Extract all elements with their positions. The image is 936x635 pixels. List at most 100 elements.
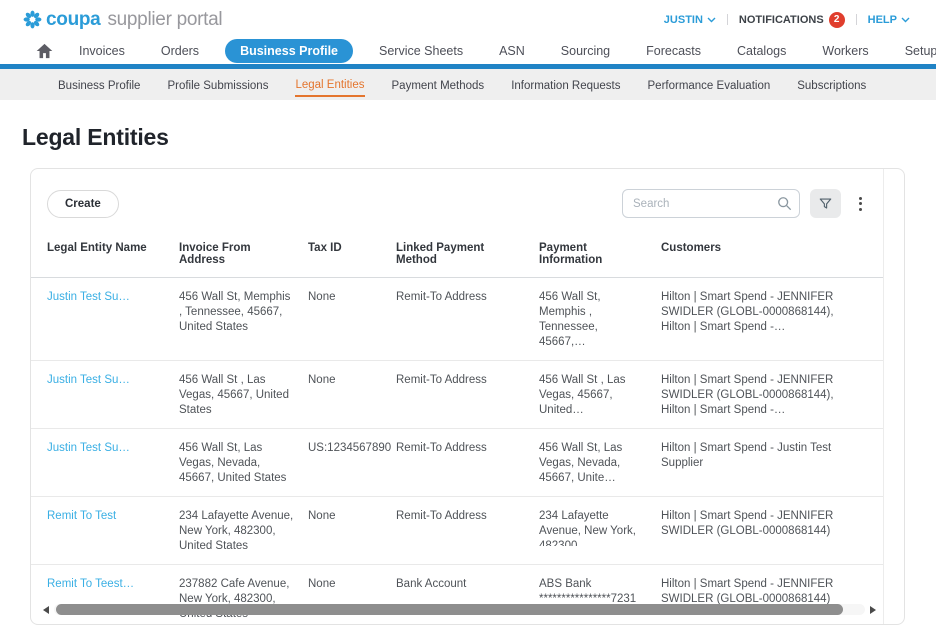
- legal-entity-link[interactable]: Remit To Teest…: [47, 578, 134, 590]
- chevron-down-icon: [707, 17, 716, 23]
- search-field-wrap: [622, 189, 800, 218]
- coupa-logo: coupa supplier portal: [22, 9, 222, 31]
- tax-id-cell: None: [308, 290, 396, 305]
- table-row: Remit To Test 234 Lafayette Avenue, New …: [31, 497, 883, 565]
- tax-id-cell: US:1234567890: [308, 441, 396, 456]
- linked-payment-method-cell: Remit-To Address: [396, 441, 539, 456]
- sub-navigation: Business Profile Profile Submissions Leg…: [0, 69, 936, 100]
- brand-product: supplier portal: [107, 9, 222, 31]
- user-menu[interactable]: JUSTIN: [664, 14, 716, 26]
- kebab-dot: [859, 208, 862, 211]
- help-menu[interactable]: HELP: [868, 14, 910, 26]
- home-icon: [36, 43, 53, 59]
- table-header-row: Legal Entity Name Invoice From Address T…: [31, 242, 883, 278]
- top-header: coupa supplier portal JUSTIN NOTIFICATIO…: [0, 0, 936, 37]
- create-button[interactable]: Create: [47, 190, 119, 218]
- invoice-from-address-cell: 234 Lafayette Avenue, New York, 482300, …: [179, 509, 308, 554]
- customers-cell: Hilton | Smart Spend - JENNIFER SWIDLER …: [661, 290, 874, 335]
- tax-id-cell: None: [308, 577, 396, 592]
- column-header-tax-id: Tax ID: [308, 242, 396, 266]
- toolbar: Create: [31, 169, 883, 218]
- column-header-linked-payment-method: Linked Payment Method: [396, 242, 539, 266]
- nav-item-catalogs[interactable]: Catalogs: [737, 40, 786, 62]
- search-input[interactable]: [622, 189, 800, 218]
- customers-cell: Hilton | Smart Spend - JENNIFER SWIDLER …: [661, 509, 874, 539]
- subnav-performance-evaluation[interactable]: Performance Evaluation: [648, 74, 771, 96]
- notifications-link[interactable]: NOTIFICATIONS 2: [739, 12, 845, 28]
- nav-item-orders[interactable]: Orders: [161, 40, 199, 62]
- tax-id-cell: None: [308, 509, 396, 524]
- tax-id-cell: None: [308, 373, 396, 388]
- column-header-customers: Customers: [661, 242, 874, 266]
- linked-payment-method-cell: Remit-To Address: [396, 373, 539, 388]
- linked-payment-method-cell: Remit-To Address: [396, 509, 539, 524]
- table-row: Justin Test Su… 456 Wall St, Las Vegas, …: [31, 429, 883, 497]
- nav-item-invoices[interactable]: Invoices: [79, 40, 125, 62]
- invoice-from-address-cell: 456 Wall St, Las Vegas, Nevada, 45667, U…: [179, 441, 308, 486]
- scroll-left-button[interactable]: [43, 606, 49, 614]
- legal-entity-link[interactable]: Justin Test Su…: [47, 291, 130, 303]
- divider: [856, 14, 857, 25]
- page-title: Legal Entities: [22, 124, 936, 151]
- subnav-subscriptions[interactable]: Subscriptions: [797, 74, 866, 96]
- subnav-payment-methods[interactable]: Payment Methods: [392, 74, 485, 96]
- nav-item-asn[interactable]: ASN: [499, 40, 525, 62]
- subnav-legal-entities[interactable]: Legal Entities: [295, 73, 364, 97]
- scrollbar-track[interactable]: [54, 604, 865, 615]
- linked-payment-method-cell: Remit-To Address: [396, 290, 539, 305]
- invoice-from-address-cell: 456 Wall St , Las Vegas, 45667, United S…: [179, 373, 308, 418]
- subnav-profile-submissions[interactable]: Profile Submissions: [167, 74, 268, 96]
- notifications-label: NOTIFICATIONS: [739, 14, 824, 26]
- linked-payment-method-cell: Bank Account: [396, 577, 539, 592]
- invoice-from-address-cell: 237882 Cafe Avenue, New York, 482300, Un…: [179, 577, 308, 622]
- nav-item-business-profile[interactable]: Business Profile: [225, 39, 353, 63]
- notifications-badge: 2: [829, 12, 845, 28]
- payment-information-cell: 456 Wall St, Las Vegas, Nevada, 45667, U…: [539, 441, 661, 486]
- subnav-business-profile[interactable]: Business Profile: [58, 74, 140, 96]
- table-row: Justin Test Su… 456 Wall St, Memphis , T…: [31, 278, 883, 361]
- legal-entity-link[interactable]: Justin Test Su…: [47, 374, 130, 386]
- kebab-dot: [859, 202, 862, 205]
- legal-entity-link[interactable]: Remit To Test: [47, 510, 116, 522]
- user-menu-label: JUSTIN: [664, 14, 703, 26]
- coupa-flower-icon: [22, 9, 43, 30]
- nav-item-workers[interactable]: Workers: [822, 40, 868, 62]
- subnav-information-requests[interactable]: Information Requests: [511, 74, 620, 96]
- payment-information-cell: 234 Lafayette Avenue, New York, 482300,……: [539, 509, 661, 546]
- table-viewport: Create: [31, 169, 884, 624]
- table-row: Remit To Teest… 237882 Cafe Avenue, New …: [31, 565, 883, 624]
- legal-entities-table: Legal Entity Name Invoice From Address T…: [31, 242, 883, 624]
- chevron-down-icon: [901, 17, 910, 23]
- payment-information-cell: ABS Bank ****************7231: [539, 577, 661, 607]
- customers-cell: Hilton | Smart Spend - JENNIFER SWIDLER …: [661, 373, 874, 418]
- nav-item-service-sheets[interactable]: Service Sheets: [379, 40, 463, 62]
- brand-name: coupa: [46, 9, 100, 31]
- horizontal-scrollbar[interactable]: [43, 604, 876, 615]
- main-navigation: Invoices Orders Business Profile Service…: [0, 37, 936, 64]
- nav-item-sourcing[interactable]: Sourcing: [561, 40, 610, 62]
- payment-information-cell: 456 Wall St, Memphis , Tennessee, 45667,…: [539, 290, 661, 350]
- customers-cell: Hilton | Smart Spend - JENNIFER SWIDLER …: [661, 577, 874, 607]
- search-icon: [777, 196, 792, 211]
- column-header-invoice-from-address: Invoice From Address: [179, 242, 308, 266]
- nav-item-forecasts[interactable]: Forecasts: [646, 40, 701, 62]
- payment-information-cell: 456 Wall St , Las Vegas, 45667, United…: [539, 373, 661, 418]
- scroll-left-icon: [43, 606, 49, 614]
- divider: [727, 14, 728, 25]
- nav-item-setup[interactable]: Setup: [905, 40, 936, 62]
- help-label: HELP: [868, 14, 897, 26]
- kebab-dot: [859, 197, 862, 200]
- filter-funnel-icon: [818, 196, 833, 211]
- legal-entities-card: Create: [30, 168, 905, 625]
- home-nav-button[interactable]: [36, 43, 53, 59]
- invoice-from-address-cell: 456 Wall St, Memphis , Tennessee, 45667,…: [179, 290, 308, 335]
- customers-cell: Hilton | Smart Spend - Justin Test Suppl…: [661, 441, 874, 471]
- scrollbar-thumb[interactable]: [56, 604, 843, 615]
- table-row: Justin Test Su… 456 Wall St , Las Vegas,…: [31, 361, 883, 429]
- legal-entity-link[interactable]: Justin Test Su…: [47, 442, 130, 454]
- scroll-right-button[interactable]: [870, 606, 876, 614]
- filter-button[interactable]: [810, 189, 841, 218]
- column-header-payment-information: Payment Information: [539, 242, 661, 266]
- more-options-button[interactable]: [851, 189, 869, 218]
- scroll-right-icon: [870, 606, 876, 614]
